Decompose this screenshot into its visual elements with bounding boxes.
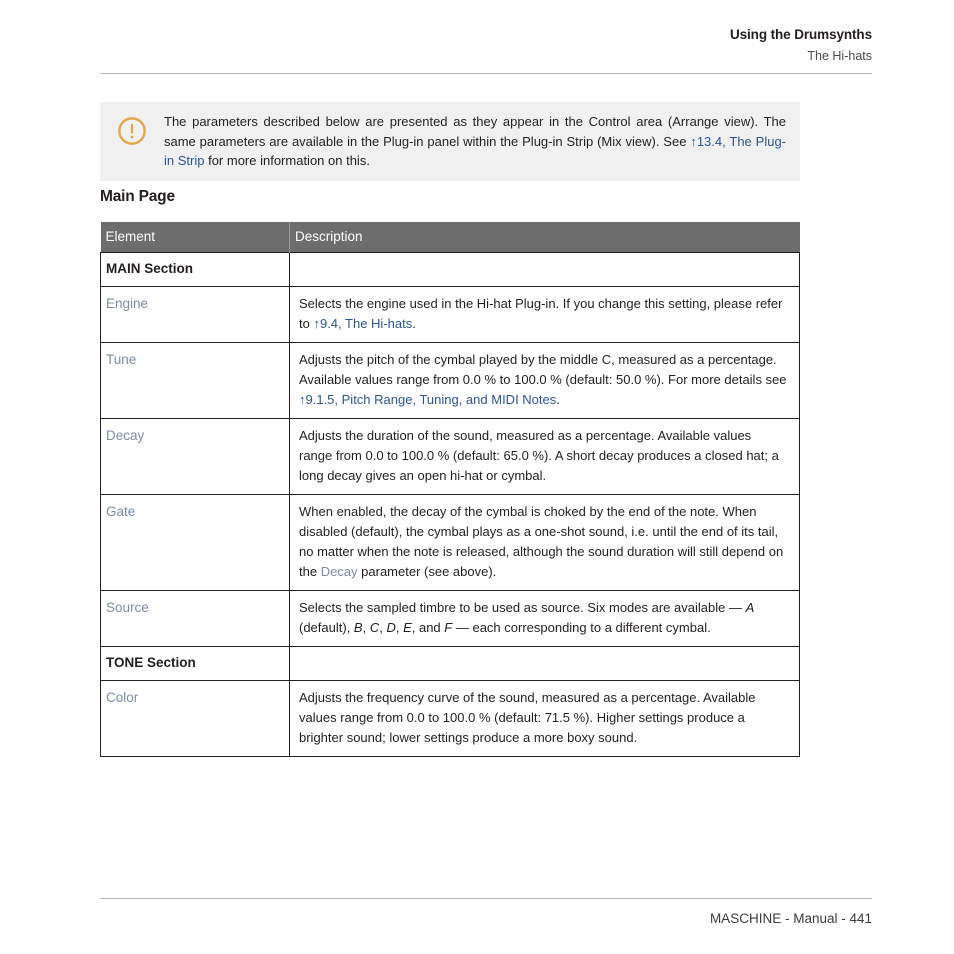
section-group-label: MAIN Section: [106, 261, 194, 276]
param-desc-cell: When enabled, the decay of the cymbal is…: [289, 494, 800, 591]
desc-text-tail: .: [556, 392, 560, 407]
desc-text: Selects the sampled timbre to be used as…: [299, 600, 746, 615]
param-name-tune: Tune: [106, 352, 137, 367]
section-group-desc-cell: [289, 646, 800, 681]
table-body: MAIN Section Engine Selects the engine u…: [100, 252, 800, 757]
param-desc-color: Adjusts the frequency curve of the sound…: [299, 690, 756, 745]
desc-text-tail: parameter (see above).: [357, 564, 497, 579]
note-callout-box: The parameters described below are prese…: [100, 102, 800, 181]
param-name-decay: Decay: [106, 428, 145, 443]
header-divider-rule: [100, 73, 872, 74]
footer-page-label: MASCHINE - Manual - 441: [709, 911, 872, 926]
param-name-gate: Gate: [106, 504, 136, 519]
param-desc-cell: Selects the engine used in the Hi-hat Pl…: [289, 286, 800, 343]
note-text-part-2: for more information on this.: [204, 153, 370, 168]
desc-mode-a: A: [745, 600, 755, 615]
param-desc-cell: Adjusts the pitch of the cymbal played b…: [289, 342, 800, 419]
param-name-cell: Decay: [100, 418, 290, 495]
running-header: Using the Drumsynths The Hi-hats: [100, 26, 872, 66]
param-desc-source: Selects the sampled timbre to be used as…: [299, 600, 754, 635]
parameter-table: Element Description MAIN Section Engine: [100, 222, 800, 757]
param-name-cell: Tune: [100, 342, 290, 419]
param-name-cell: Color: [100, 680, 290, 757]
param-desc-cell: Adjusts the duration of the sound, measu…: [289, 418, 800, 495]
table-row: Color Adjusts the frequency curve of the…: [100, 680, 800, 757]
param-desc-engine: Selects the engine used in the Hi-hat Pl…: [299, 296, 782, 331]
param-desc-cell: Selects the sampled timbre to be used as…: [289, 590, 800, 647]
param-name-cell: Gate: [100, 494, 290, 591]
desc-sep-1: (default),: [299, 620, 354, 635]
table-row: Decay Adjusts the duration of the sound,…: [100, 418, 800, 495]
table-row: Engine Selects the engine used in the Hi…: [100, 286, 800, 343]
note-text: The parameters described below are prese…: [164, 112, 792, 171]
table-row: MAIN Section: [100, 252, 800, 287]
page-section-heading: Main Page: [100, 188, 175, 205]
exclamation-circle-icon: [118, 117, 146, 145]
param-name-cell: Source: [100, 590, 290, 647]
desc-text-tail: .: [412, 316, 416, 331]
param-name-cell: Engine: [100, 286, 290, 343]
desc-param-ref-decay[interactable]: Decay: [321, 564, 358, 579]
section-group-desc-cell: [289, 252, 800, 287]
manual-page: Using the Drumsynths The Hi-hats The par…: [0, 0, 954, 954]
table-row: TONE Section: [100, 646, 800, 681]
note-icon-container: [100, 112, 164, 146]
column-header-description: Description: [289, 222, 800, 253]
table-row: Gate When enabled, the decay of the cymb…: [100, 494, 800, 591]
section-group-label: TONE Section: [106, 655, 196, 670]
footer-divider-rule: [100, 898, 872, 899]
desc-sep-4: ,: [395, 620, 404, 635]
header-chapter-title: Using the Drumsynths: [729, 27, 872, 42]
param-name-engine: Engine: [106, 296, 149, 311]
table-row: Tune Adjusts the pitch of the cymbal pla…: [100, 342, 800, 419]
param-name-color: Color: [106, 690, 139, 705]
desc-mode-b: B: [353, 620, 363, 635]
param-desc-gate: When enabled, the decay of the cymbal is…: [299, 504, 783, 579]
section-group-cell: TONE Section: [100, 646, 290, 681]
desc-mode-e: E: [403, 620, 412, 635]
desc-mode-c: C: [369, 620, 380, 635]
param-name-source: Source: [106, 600, 149, 615]
desc-text-tail: — each corresponding to a different cymb…: [452, 620, 711, 635]
param-desc-decay: Adjusts the duration of the sound, measu…: [299, 428, 779, 483]
section-group-cell: MAIN Section: [100, 252, 290, 287]
table-head: Element Description: [100, 222, 800, 253]
desc-link-hi-hats[interactable]: ↑9.4, The Hi-hats: [313, 316, 412, 331]
desc-sep-5: , and: [411, 620, 445, 635]
param-desc-cell: Adjusts the frequency curve of the sound…: [289, 680, 800, 757]
desc-sep-2: ,: [362, 620, 370, 635]
desc-text: Adjusts the pitch of the cymbal played b…: [299, 352, 787, 387]
table-row: Source Selects the sampled timbre to be …: [100, 590, 800, 647]
desc-mode-d: D: [386, 620, 396, 635]
header-section-title: The Hi-hats: [807, 49, 872, 63]
desc-link-pitch-range[interactable]: ↑9.1.5, Pitch Range, Tuning, and MIDI No…: [299, 392, 556, 407]
param-desc-tune: Adjusts the pitch of the cymbal played b…: [299, 352, 787, 407]
table-header-row: Element Description: [100, 222, 800, 253]
column-header-element: Element: [100, 222, 290, 253]
